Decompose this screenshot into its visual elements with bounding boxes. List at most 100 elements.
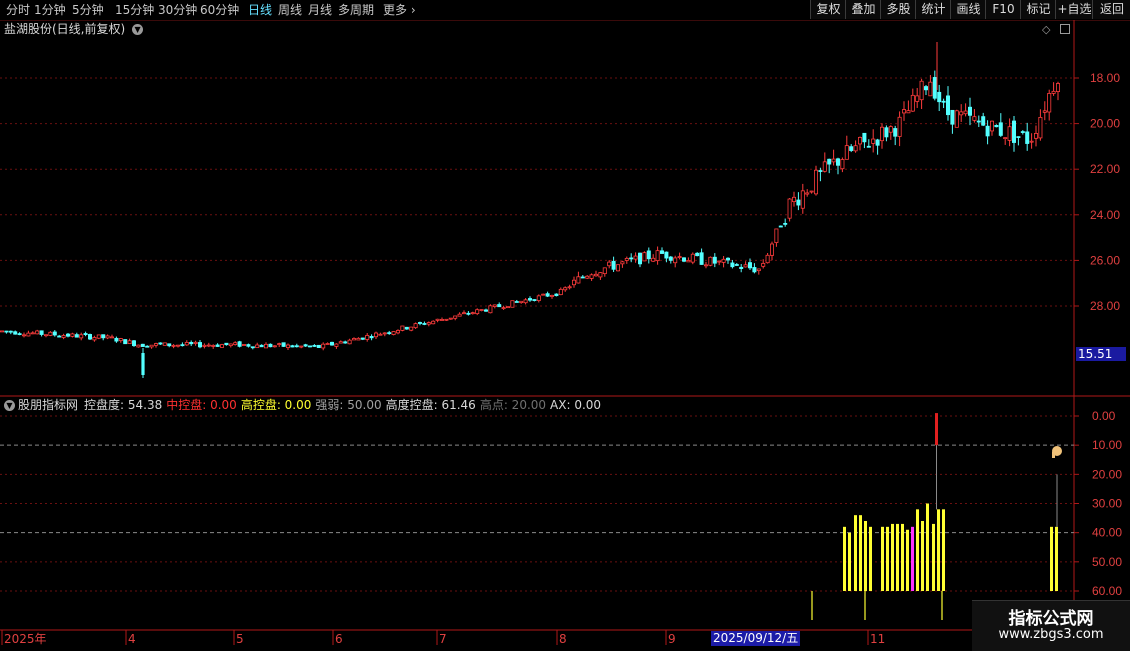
candle-body — [96, 334, 101, 339]
candle-body — [378, 333, 383, 336]
hand-pointer-icon — [1052, 446, 1062, 458]
candle-body — [1029, 140, 1034, 143]
period-tab[interactable]: 周线 — [278, 1, 302, 19]
candle-body — [946, 95, 951, 116]
candle-body — [175, 344, 180, 347]
candle-body — [13, 331, 18, 335]
candle-body — [224, 342, 229, 346]
toolbar-button[interactable]: 统计 — [915, 0, 951, 19]
candle-body — [395, 330, 400, 334]
candle-body — [734, 264, 739, 266]
candle-body — [70, 333, 75, 337]
chevron-down-icon[interactable]: ▼ — [132, 24, 144, 35]
price-tick-label: 20.00 — [1090, 117, 1120, 131]
candle-body — [30, 332, 35, 335]
candle-body — [417, 322, 422, 324]
period-tab[interactable]: 多周期 — [338, 1, 374, 19]
candle-body — [497, 304, 502, 308]
period-tab[interactable]: 更多 › — [383, 1, 416, 19]
indicator-bar — [937, 509, 940, 591]
candle-body — [356, 337, 361, 341]
candle-body — [743, 264, 748, 268]
candle-body — [101, 334, 106, 339]
price-tick-label: 26.00 — [1090, 253, 1120, 267]
indicator-bar — [911, 529, 914, 591]
candle-body — [219, 344, 224, 348]
candle-body — [651, 257, 656, 262]
candle-body — [770, 243, 775, 256]
candle-body — [255, 344, 260, 349]
panel-toggle-icon[interactable] — [1060, 24, 1070, 34]
period-tab[interactable]: 15分钟 — [115, 1, 154, 19]
candle-body — [990, 120, 995, 132]
toolbar-button[interactable]: 叠加 — [845, 0, 881, 19]
indicator-bar — [859, 515, 862, 591]
candle-body — [664, 251, 669, 259]
candle-body — [809, 190, 814, 193]
period-tab[interactable]: 5分钟 — [72, 1, 104, 19]
candle-body — [994, 124, 999, 128]
candle-body — [655, 250, 660, 262]
candle-body — [162, 342, 167, 346]
candle-body — [74, 334, 79, 338]
period-tab[interactable]: 日线 — [248, 1, 272, 19]
toolbar-button[interactable]: 返回 — [1092, 0, 1130, 19]
candle-body — [52, 331, 57, 336]
watermark: 指标公式网 www.zbgs3.com — [972, 600, 1130, 651]
indicator-bar — [926, 503, 929, 591]
indicator-value: 控盘度: 54.38 — [84, 398, 163, 412]
indicator-bar — [891, 523, 894, 591]
candle-body — [312, 345, 317, 347]
watermark-title: 指标公式网 — [1008, 609, 1094, 629]
candle-body — [814, 169, 819, 195]
indicator-name[interactable]: 股朋指标网 — [18, 398, 78, 412]
diamond-icon[interactable]: ◇ — [1042, 23, 1050, 36]
indicator-bar — [881, 526, 884, 591]
candle-body — [827, 158, 832, 165]
candle-body — [88, 334, 93, 340]
candle-body — [391, 331, 396, 335]
indicator-bar — [901, 523, 904, 591]
candle-body — [92, 337, 97, 341]
indicator-peak-bar — [935, 413, 938, 446]
indicator-bar — [942, 509, 945, 591]
toolbar-button[interactable]: 画线 — [950, 0, 986, 19]
date-axis-label: 2025年 — [4, 632, 47, 646]
indicator-value: 高控盘: 0.00 — [240, 398, 312, 412]
candle-body — [347, 339, 352, 345]
candle-body — [673, 257, 678, 264]
candle-body — [110, 336, 115, 339]
candle-body — [4, 330, 9, 333]
candle-body — [448, 317, 453, 320]
candle-body — [858, 136, 863, 145]
candle-body — [541, 293, 546, 296]
toolbar-button[interactable]: 多股 — [880, 0, 916, 19]
chevron-down-icon[interactable]: ▼ — [4, 400, 15, 411]
indicator-bar — [921, 521, 924, 591]
price-tick-label: 28.00 — [1090, 299, 1120, 313]
period-tab[interactable]: 60分钟 — [200, 1, 239, 19]
period-tab[interactable]: 1分钟 — [34, 1, 66, 19]
candle-body — [985, 125, 990, 137]
candle-body — [400, 325, 405, 331]
period-tab[interactable]: 30分钟 — [158, 1, 197, 19]
period-tab[interactable]: 分时 — [6, 1, 30, 19]
candle-body — [642, 252, 647, 262]
candle-body — [1016, 136, 1021, 138]
candle-body — [1042, 110, 1047, 113]
candle-body — [158, 342, 163, 345]
toolbar-button[interactable]: 标记 — [1020, 0, 1056, 19]
candle-body — [976, 120, 981, 123]
toolbar-button[interactable]: 复权 — [810, 0, 846, 19]
toolbar-button[interactable]: +自选 — [1055, 0, 1093, 19]
candle-body — [941, 100, 946, 103]
candle-body — [1025, 131, 1030, 144]
indicator-value: 高点: 20.00 — [479, 398, 547, 412]
toolbar-button[interactable]: F10 — [985, 0, 1021, 19]
candle-body — [444, 318, 449, 321]
candle-body — [937, 91, 942, 103]
period-tab[interactable]: 月线 — [308, 1, 332, 19]
candle-body — [616, 264, 621, 272]
candle-body — [79, 334, 84, 339]
candle-body — [523, 299, 528, 304]
